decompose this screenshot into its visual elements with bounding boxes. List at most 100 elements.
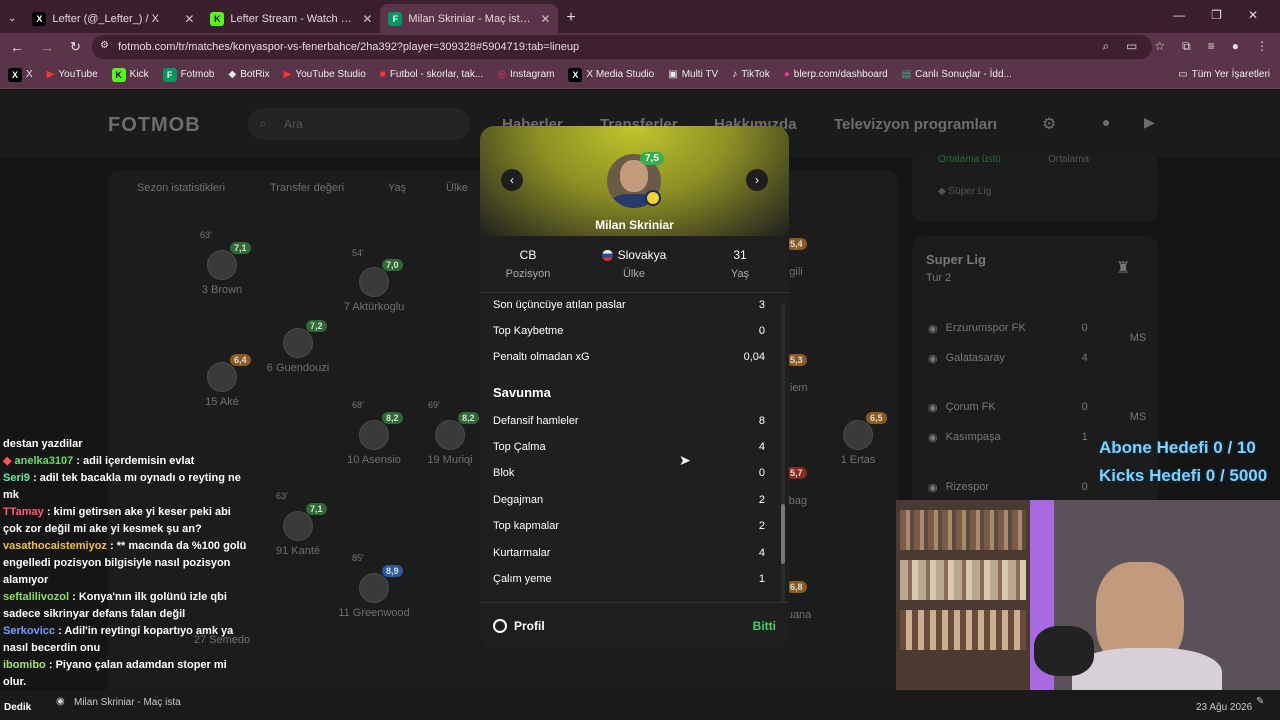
back-icon[interactable]: ← (10, 39, 24, 55)
lineup-player[interactable]: 8,2 10 Asensio (334, 412, 414, 466)
stat-row: Top kapmalar 2 (493, 520, 765, 532)
next-player-button[interactable]: › (746, 169, 768, 191)
bookmark-multitv[interactable]: ▣ Multi TV (668, 69, 718, 80)
match-row[interactable]: ◉ Çorum FK 0 MS (928, 401, 1148, 423)
extensions-icon[interactable]: ⧉ (1182, 39, 1191, 54)
tab-x[interactable]: X Lefter (@_Lefter_) / X ✕ (24, 4, 202, 33)
close-window-icon[interactable]: ✕ (1248, 8, 1258, 22)
match-row[interactable]: ◉ Erzurumspor FK 0 MS (928, 322, 1148, 344)
tab-label: Milan Skriniar - Maç istatistikleri (408, 12, 535, 25)
league-logo-icon: ♜ (1116, 260, 1131, 277)
bookmark-x[interactable]: XX (8, 67, 33, 82)
sub-minute: 85' (352, 553, 364, 563)
bookmark-blerp[interactable]: ● blerp.com/dashboard (784, 69, 888, 80)
player-name: Milan Skriniar (595, 218, 674, 232)
lineup-player[interactable]: 6,5 1 Ertas (818, 412, 898, 466)
bookmark-star-icon[interactable]: ☆ (1154, 39, 1165, 54)
scrollbar-thumb[interactable] (781, 504, 785, 564)
bookmark-label: X Media Studio (586, 69, 655, 80)
tab-list-chevron-icon[interactable]: ⌄ (8, 13, 24, 33)
stat-value: 3 (758, 299, 765, 311)
bookmark-fotmob[interactable]: F Fotmob (162, 67, 214, 82)
age-info: 31 Yaş (695, 248, 785, 280)
lineup-player[interactable]: 7,1 3 Brown (182, 242, 262, 296)
settings-icon[interactable]: ⚙ (1042, 114, 1056, 134)
tab-fotmob[interactable]: F Milan Skriniar - Maç istatistikleri ✕ (380, 4, 559, 33)
filter-tab[interactable]: Ortalama (1048, 154, 1089, 165)
filter-tab[interactable]: Ortalama üstü (938, 154, 1001, 165)
cast-icon[interactable]: ▭ (1126, 39, 1137, 54)
tab-kick[interactable]: K Lefter Stream - Watch Live on Kick ✕ (202, 4, 380, 33)
taskbar-left-text: Dedik (4, 702, 32, 713)
taskbar-date: 23 Ağu 2026 (1196, 702, 1253, 713)
lineup-player[interactable]: 7,1 91 Kanté (258, 503, 338, 557)
profile-icon (493, 619, 507, 633)
prev-player-button[interactable]: ‹ (501, 169, 523, 191)
team-score: 0 (1081, 481, 1088, 493)
media-icon[interactable]: ≡ (1208, 39, 1215, 54)
search-input[interactable]: ⌕ Ara (248, 108, 470, 140)
player-name: 15 Aké (205, 396, 239, 408)
bookmark-instagram[interactable]: ◎ Instagram (497, 69, 554, 80)
maximize-icon[interactable]: ❐ (1211, 8, 1222, 22)
bookmark-youtube[interactable]: ▶ YouTube (47, 69, 98, 80)
team-score: 4 (1081, 352, 1088, 364)
player-name: 91 Kanté (275, 545, 321, 557)
kick-icon: K (210, 11, 225, 26)
fotmob-logo[interactable]: FOTMOB (108, 114, 201, 137)
forward-icon[interactable]: → (40, 39, 54, 55)
nav-tv[interactable]: Televizyon programları (834, 116, 997, 133)
player-rating: 7,1 (306, 503, 327, 515)
lineup-player[interactable]: 6,4 15 Aké (182, 354, 262, 408)
fotmob-icon: F (388, 11, 403, 26)
notification-icon[interactable]: ✎ (1256, 696, 1264, 707)
lineup-player[interactable]: 7,0 7 Aktürkoglu (334, 259, 414, 313)
lineup-player[interactable]: 8,2 19 Muriqi (410, 412, 490, 466)
player-rating: 5,7 (786, 467, 807, 479)
bookmark-x-media[interactable]: XX Media Studio (568, 67, 655, 82)
google-play-icon[interactable]: ▶ (1144, 114, 1155, 131)
stats-scrollbar[interactable] (781, 304, 785, 602)
bookmark-kick[interactable]: K Kick (111, 67, 149, 82)
close-icon[interactable]: ✕ (540, 12, 550, 26)
done-button[interactable]: Bitti (753, 619, 776, 633)
pitch-tab-value[interactable]: Transfer değeri (270, 182, 344, 194)
chrome-icon[interactable]: ◉ (56, 696, 65, 707)
team-score: 0 (1081, 322, 1088, 334)
pitch-tab-age[interactable]: Yaş (388, 182, 406, 194)
address-bar[interactable]: ⚙ fotmob.com/tr/matches/konyaspor-vs-fen… (92, 35, 1152, 59)
player-name: 6 Guendouzi (266, 362, 330, 374)
reload-icon[interactable]: ↻ (70, 39, 81, 55)
close-icon[interactable]: ✕ (184, 12, 194, 26)
lineup-player[interactable]: 7,2 6 Guendouzi (258, 320, 338, 374)
new-tab-icon[interactable]: + (558, 9, 575, 33)
apple-icon[interactable]: ● (1102, 114, 1110, 130)
pitch-tab-country[interactable]: Ülke (446, 182, 468, 194)
player-avatar (207, 362, 237, 392)
pitch-tab-season[interactable]: Sezon istatistikleri (137, 182, 225, 194)
bookmark-canli[interactable]: ▤ Canlı Sonuçlar - İdd... (902, 69, 1012, 80)
stat-value: 4 (758, 441, 765, 453)
close-icon[interactable]: ✕ (362, 12, 372, 26)
bookmark-youtube-studio[interactable]: ▶ YouTube Studio (284, 69, 366, 80)
match-row[interactable]: ◉ Galatasaray 4 (928, 352, 1148, 365)
bookmark-label: Tüm Yer İşaretleri (1191, 69, 1270, 80)
player-avatar (843, 420, 873, 450)
bookmark-futbol[interactable]: ■ Futbol - skorlar, tak... (380, 69, 483, 80)
minimize-icon[interactable]: — (1173, 8, 1185, 22)
site-info-icon[interactable]: ⚙ (100, 40, 109, 51)
bookmark-tiktok[interactable]: ♪ TikTok (732, 69, 770, 80)
stats-list[interactable]: Son üçüncüye atılan paslar 3 Top Kaybetme… (480, 294, 789, 600)
taskbar-app[interactable]: Milan Skriniar - Maç ista (74, 697, 181, 708)
profile-button[interactable]: Profil (493, 619, 545, 633)
zoom-icon[interactable]: ⌕ (1102, 39, 1109, 54)
canli-icon: ▤ (901, 69, 912, 80)
league-item[interactable]: ◆ Süper Lig (938, 186, 991, 197)
bookmark-botrix[interactable]: ◆ BotRix (228, 69, 269, 80)
profile-avatar-icon[interactable]: ● (1232, 39, 1239, 54)
tab-label: Lefter (@_Lefter_) / X (52, 12, 159, 25)
chat-message: destan yazdilar (0, 436, 252, 453)
lineup-player[interactable]: 8,9 11 Greenwood (334, 565, 414, 619)
all-bookmarks[interactable]: ▭ Tüm Yer İşaretleri (1178, 69, 1270, 80)
menu-icon[interactable]: ⋮ (1256, 39, 1268, 54)
